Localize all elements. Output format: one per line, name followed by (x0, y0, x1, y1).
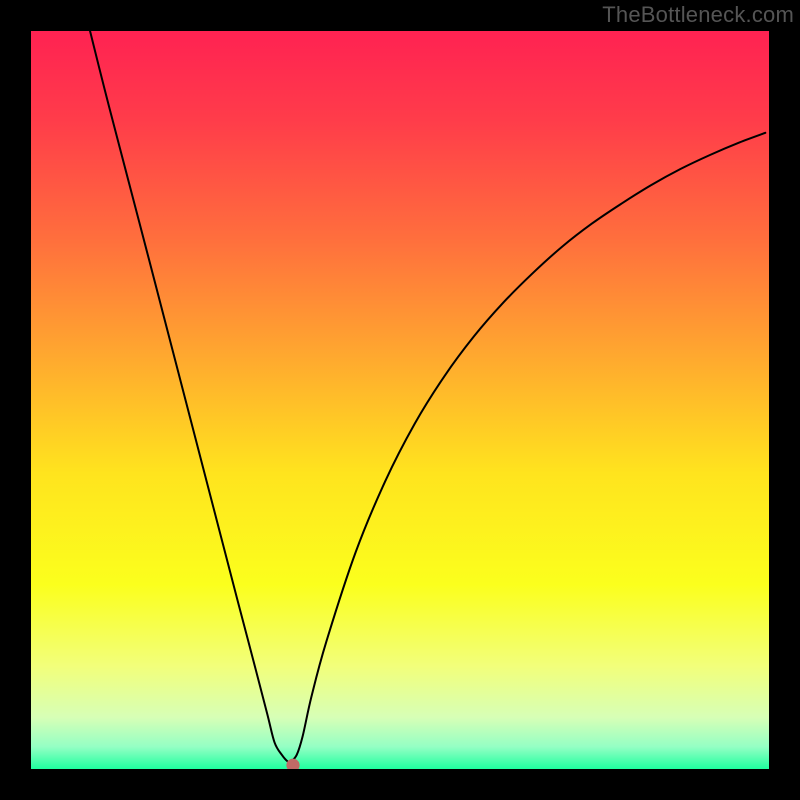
chart-svg (31, 31, 769, 769)
watermark-text: TheBottleneck.com (602, 2, 794, 28)
chart-frame: TheBottleneck.com (0, 0, 800, 800)
gradient-background (31, 31, 769, 769)
plot-area (31, 31, 769, 769)
